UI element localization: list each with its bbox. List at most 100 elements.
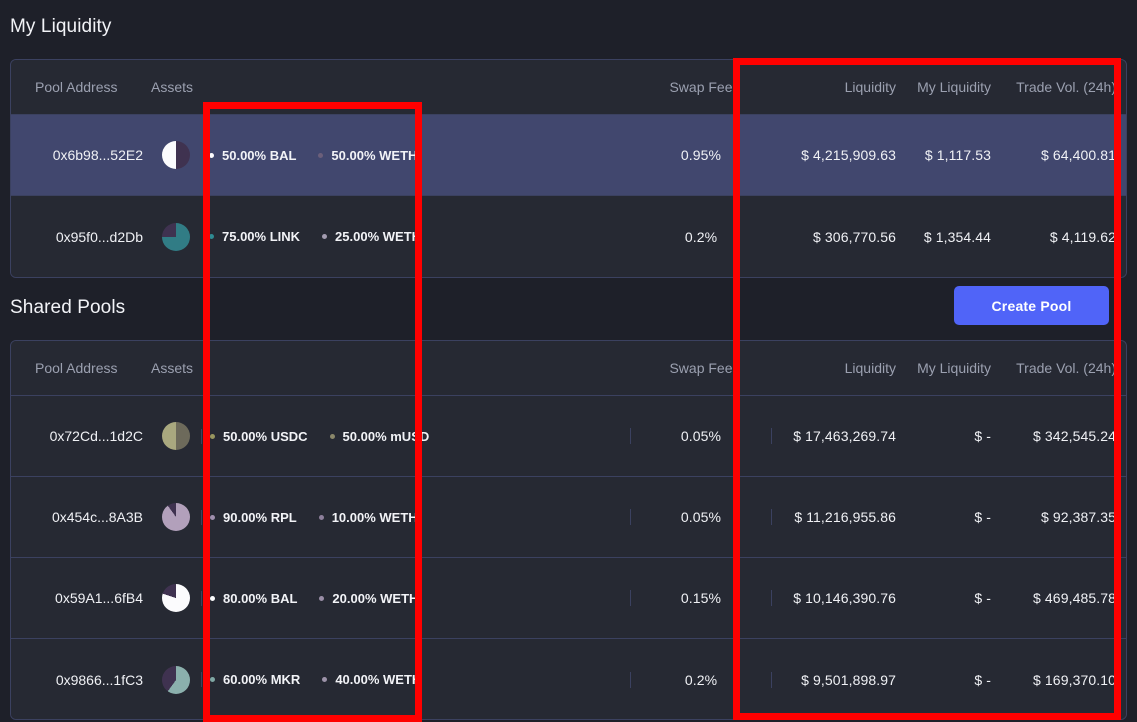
- table-row[interactable]: 0x454c...8A3B90.00% RPL10.00% WETH0.05%$…: [11, 477, 1126, 558]
- my-liquidity-cell: $ -: [906, 428, 1001, 444]
- asset-label: 60.00% MKR: [223, 672, 300, 687]
- asset-label: 90.00% RPL: [223, 510, 297, 525]
- liquidity-cell: $ 10,146,390.76: [771, 590, 906, 606]
- pool-weights-pie-icon: [151, 223, 201, 251]
- column-header-liquidity: Liquidity: [771, 360, 906, 376]
- column-header-pool-address: Pool Address: [11, 360, 151, 376]
- column-header-assets: Assets: [151, 79, 201, 95]
- liquidity-cell: $ 9,501,898.97: [771, 672, 906, 688]
- liquidity-page: My Liquidity Pool Address Assets Swap Fe…: [0, 0, 1137, 715]
- create-pool-button[interactable]: Create Pool: [954, 286, 1109, 325]
- asset-label: 50.00% BAL: [222, 148, 296, 163]
- asset-color-dot-icon: [210, 596, 215, 601]
- liquidity-cell: $ 11,216,955.86: [771, 509, 906, 525]
- assets-cell: 50.00% BAL 50.00% WETH: [201, 148, 631, 163]
- column-header-my-liquidity: My Liquidity: [906, 360, 1001, 376]
- asset-label: 20.00% WETH: [332, 591, 418, 606]
- asset-color-dot-icon: [210, 515, 215, 520]
- trade-volume-cell: $ 169,370.10: [1001, 672, 1126, 688]
- swap-fee-cell: 0.05%: [630, 428, 771, 444]
- pie-chart-icon: [162, 666, 190, 694]
- asset-label: 50.00% WETH: [331, 148, 417, 163]
- column-header-assets: Assets: [151, 360, 201, 376]
- swap-fee-cell: 0.2%: [630, 672, 771, 688]
- pool-weights-pie-icon: [151, 141, 201, 169]
- swap-fee-cell: 0.15%: [630, 590, 771, 606]
- liquidity-cell: $ 306,770.56: [771, 229, 906, 245]
- pie-chart-icon: [162, 503, 190, 531]
- assets-cell: 50.00% USDC 50.00% mUSD: [201, 429, 630, 444]
- asset-color-dot-icon: [322, 677, 327, 682]
- swap-fee-cell: 0.2%: [631, 229, 771, 245]
- asset-label: 40.00% WETH: [335, 672, 421, 687]
- pool-address-cell: 0x95f0...d2Db: [11, 229, 151, 245]
- my-liquidity-cell: $ -: [906, 509, 1001, 525]
- table-header-row: Pool Address Assets Swap Fee Liquidity M…: [11, 60, 1126, 115]
- my-liquidity-rows: 0x6b98...52E250.00% BAL50.00% WETH0.95%$…: [11, 115, 1126, 277]
- asset-color-dot-icon: [210, 434, 215, 439]
- asset-label: 50.00% USDC: [223, 429, 308, 444]
- pool-address-cell: 0x454c...8A3B: [11, 509, 151, 525]
- asset-color-dot-icon: [319, 596, 324, 601]
- pool-weights-pie-icon: [151, 422, 201, 450]
- asset-label: 25.00% WETH: [335, 229, 421, 244]
- pie-chart-icon: [162, 422, 190, 450]
- asset-chip: 50.00% USDC: [210, 429, 308, 444]
- asset-chip: 90.00% RPL: [210, 510, 297, 525]
- trade-volume-cell: $ 92,387.35: [1001, 509, 1126, 525]
- column-header-swap-fee: Swap Fee: [631, 360, 771, 376]
- asset-color-dot-icon: [318, 153, 323, 158]
- asset-label: 10.00% WETH: [332, 510, 418, 525]
- pool-weights-pie-icon: [151, 503, 201, 531]
- asset-color-dot-icon: [209, 153, 214, 158]
- assets-cell: 75.00% LINK 25.00% WETH: [201, 229, 631, 244]
- asset-chip: 80.00% BAL: [210, 591, 297, 606]
- table-row[interactable]: 0x59A1...6fB480.00% BAL20.00% WETH0.15%$…: [11, 558, 1126, 639]
- trade-volume-cell: $ 64,400.81: [1001, 147, 1126, 163]
- asset-color-dot-icon: [209, 234, 214, 239]
- column-header-trade-vol: Trade Vol. (24h): [1001, 360, 1126, 376]
- asset-color-dot-icon: [322, 234, 327, 239]
- pool-address-cell: 0x9866...1fC3: [11, 672, 151, 688]
- table-row[interactable]: 0x9866...1fC360.00% MKR40.00% WETH0.2%$ …: [11, 639, 1126, 720]
- swap-fee-cell: 0.95%: [631, 147, 771, 163]
- column-header-swap-fee: Swap Fee: [631, 79, 771, 95]
- pie-chart-icon: [162, 584, 190, 612]
- trade-volume-cell: $ 4,119.62: [1001, 229, 1126, 245]
- pool-weights-pie-icon: [151, 666, 201, 694]
- assets-cell: 90.00% RPL 10.00% WETH: [201, 510, 630, 525]
- my-liquidity-cell: $ 1,117.53: [906, 147, 1001, 163]
- shared-pools-bar: Shared Pools Create Pool: [10, 283, 1127, 333]
- my-liquidity-cell: $ -: [906, 590, 1001, 606]
- pool-address-cell: 0x72Cd...1d2C: [11, 428, 151, 444]
- my-liquidity-cell: $ 1,354.44: [906, 229, 1001, 245]
- assets-cell: 60.00% MKR 40.00% WETH: [201, 672, 630, 687]
- pie-chart-icon: [162, 141, 190, 169]
- column-header-pool-address: Pool Address: [11, 79, 151, 95]
- asset-label: 50.00% mUSD: [343, 429, 430, 444]
- liquidity-cell: $ 4,215,909.63: [771, 147, 906, 163]
- table-row[interactable]: 0x6b98...52E250.00% BAL50.00% WETH0.95%$…: [11, 115, 1126, 196]
- pie-chart-icon: [162, 223, 190, 251]
- asset-chip: 40.00% WETH: [322, 672, 421, 687]
- asset-label: 80.00% BAL: [223, 591, 297, 606]
- trade-volume-cell: $ 469,485.78: [1001, 590, 1126, 606]
- asset-chip: 50.00% BAL: [209, 148, 296, 163]
- shared-pools-table: Pool Address Assets Swap Fee Liquidity M…: [10, 340, 1127, 720]
- asset-chip: 50.00% mUSD: [330, 429, 430, 444]
- asset-color-dot-icon: [319, 515, 324, 520]
- asset-chip: 25.00% WETH: [322, 229, 421, 244]
- assets-cell: 80.00% BAL 20.00% WETH: [201, 591, 630, 606]
- my-liquidity-table: Pool Address Assets Swap Fee Liquidity M…: [10, 59, 1127, 278]
- asset-chip: 75.00% LINK: [209, 229, 300, 244]
- pool-address-cell: 0x6b98...52E2: [11, 147, 151, 163]
- table-header-row: Pool Address Assets Swap Fee Liquidity M…: [11, 341, 1126, 396]
- table-row[interactable]: 0x95f0...d2Db75.00% LINK25.00% WETH0.2%$…: [11, 196, 1126, 277]
- shared-pools-rows: 0x72Cd...1d2C 50.00% USDC 50.00% mUSD 0.05%…: [11, 396, 1126, 720]
- asset-color-dot-icon: [210, 677, 215, 682]
- pool-address-cell: 0x59A1...6fB4: [11, 590, 151, 606]
- page-title: My Liquidity: [10, 17, 112, 36]
- asset-chip: 50.00% WETH: [318, 148, 417, 163]
- table-row[interactable]: 0x72Cd...1d2C 50.00% USDC 50.00% mUSD 0.05%…: [11, 396, 1126, 477]
- asset-chip: 20.00% WETH: [319, 591, 418, 606]
